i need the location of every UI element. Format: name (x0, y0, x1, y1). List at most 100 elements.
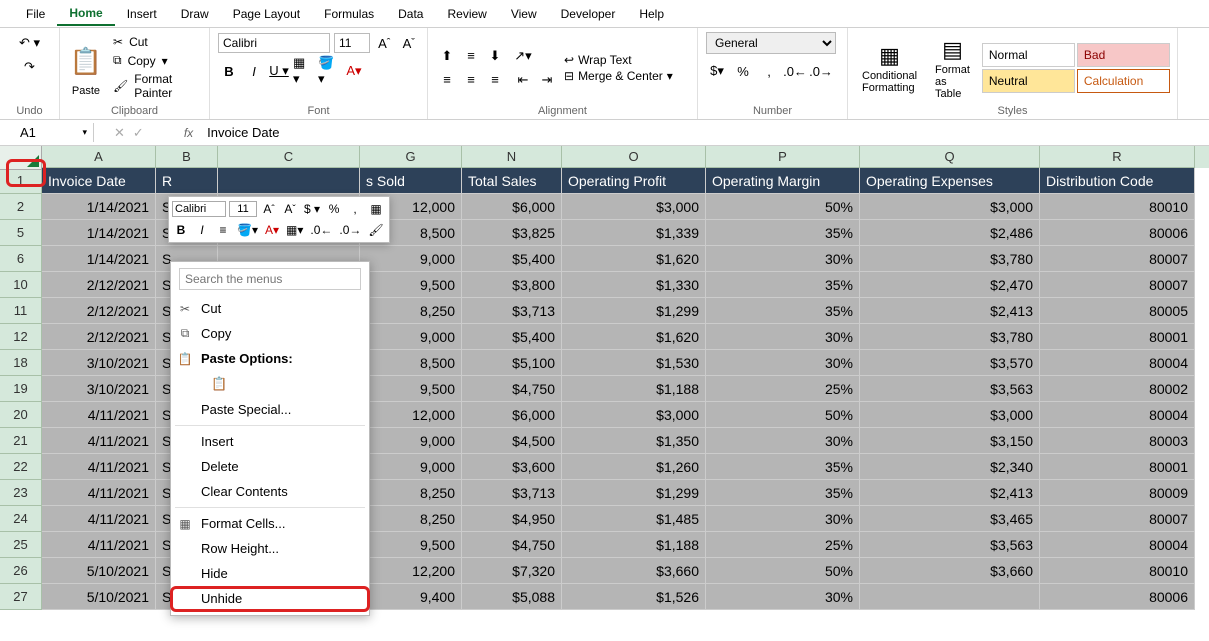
cell[interactable]: 35% (706, 454, 860, 480)
style-normal[interactable]: Normal (982, 43, 1075, 67)
grow-font-icon[interactable]: Aˆ (374, 32, 395, 54)
row-header[interactable]: 27 (0, 584, 42, 610)
cell[interactable]: 30% (706, 246, 860, 272)
row-header[interactable]: 10 (0, 272, 42, 298)
orientation-icon[interactable]: ↗▾ (512, 45, 534, 67)
italic-button[interactable]: I (243, 60, 265, 82)
cell[interactable]: 9,500 (360, 376, 462, 402)
cell[interactable]: 80005 (1040, 298, 1195, 324)
cell[interactable]: 5/10/2021 (42, 584, 156, 610)
percent-icon[interactable]: % (732, 60, 754, 82)
cell[interactable]: $5,400 (462, 246, 562, 272)
cell[interactable]: $5,088 (462, 584, 562, 610)
cell[interactable]: $1,339 (562, 220, 706, 246)
cm-insert[interactable]: Insert (171, 429, 369, 454)
row-header[interactable]: 21 (0, 428, 42, 454)
border-button[interactable]: ▦ ▾ (293, 60, 315, 82)
cell[interactable]: $1,526 (562, 584, 706, 610)
mini-bold-icon[interactable]: B (172, 221, 190, 239)
cell[interactable]: 8,250 (360, 298, 462, 324)
cm-paste-default[interactable]: 📋 (171, 371, 369, 397)
col-header-c[interactable]: C (218, 146, 360, 168)
mini-align-icon[interactable]: ≡ (214, 221, 232, 239)
menu-draw[interactable]: Draw (169, 3, 221, 25)
decrease-decimal-icon[interactable]: .0→ (810, 60, 832, 82)
header-cell[interactable]: Total Sales (462, 168, 562, 194)
align-right-icon[interactable]: ≡ (484, 69, 506, 91)
cell[interactable]: $3,660 (562, 558, 706, 584)
row-header[interactable]: 2 (0, 194, 42, 220)
cell[interactable]: $3,000 (860, 194, 1040, 220)
cell[interactable]: $1,188 (562, 376, 706, 402)
formula-input[interactable] (201, 123, 1209, 142)
accounting-icon[interactable]: $▾ (706, 60, 728, 82)
cell[interactable]: 4/11/2021 (42, 428, 156, 454)
cell[interactable]: $3,563 (860, 376, 1040, 402)
align-bottom-icon[interactable]: ⬇ (484, 45, 506, 67)
cm-paste-special[interactable]: Paste Special... (171, 397, 369, 422)
cell[interactable]: 80009 (1040, 480, 1195, 506)
cell[interactable]: 35% (706, 480, 860, 506)
cell[interactable]: $1,260 (562, 454, 706, 480)
cell[interactable]: $2,486 (860, 220, 1040, 246)
cm-delete[interactable]: Delete (171, 454, 369, 479)
menu-view[interactable]: View (499, 3, 549, 25)
cell[interactable]: 9,000 (360, 324, 462, 350)
style-calculation[interactable]: Calculation (1077, 69, 1170, 93)
cell[interactable]: $4,750 (462, 532, 562, 558)
row-header[interactable]: 1 (0, 168, 42, 194)
cell[interactable]: $4,500 (462, 428, 562, 454)
cell[interactable]: $3,000 (562, 402, 706, 428)
header-cell[interactable]: R (156, 168, 218, 194)
row-header[interactable]: 19 (0, 376, 42, 402)
cm-format-cells[interactable]: ▦Format Cells... (171, 511, 369, 536)
header-cell[interactable]: Operating Margin (706, 168, 860, 194)
cell[interactable]: $1,350 (562, 428, 706, 454)
cell[interactable]: 30% (706, 324, 860, 350)
col-header-a[interactable]: A (42, 146, 156, 168)
shrink-font-icon[interactable]: Aˇ (399, 32, 420, 54)
cell[interactable]: $1,330 (562, 272, 706, 298)
col-header-p[interactable]: P (706, 146, 860, 168)
mini-table-icon[interactable]: ▦ (367, 200, 385, 218)
row-header[interactable]: 5 (0, 220, 42, 246)
cm-clear-contents[interactable]: Clear Contents (171, 479, 369, 504)
cell[interactable]: $3,150 (860, 428, 1040, 454)
merge-center-button[interactable]: ⊟Merge & Center ▾ (564, 69, 673, 83)
cell[interactable]: 80006 (1040, 584, 1195, 610)
cell[interactable]: $2,470 (860, 272, 1040, 298)
cell[interactable]: $7,320 (462, 558, 562, 584)
header-cell[interactable]: s Sold (360, 168, 462, 194)
fx-icon[interactable]: fx (184, 126, 193, 140)
col-header-r[interactable]: R (1040, 146, 1195, 168)
cell[interactable]: 2/12/2021 (42, 324, 156, 350)
cm-row-height[interactable]: Row Height... (171, 536, 369, 561)
cell[interactable]: 8,500 (360, 350, 462, 376)
cell[interactable]: 50% (706, 194, 860, 220)
underline-button[interactable]: U ▾ (268, 60, 290, 82)
style-neutral[interactable]: Neutral (982, 69, 1075, 93)
cell[interactable]: 80002 (1040, 376, 1195, 402)
mini-fontcolor-icon[interactable]: A▾ (263, 221, 281, 239)
mini-comma-icon[interactable]: , (346, 200, 364, 218)
cell[interactable]: 80006 (1040, 220, 1195, 246)
cell[interactable]: $6,000 (462, 194, 562, 220)
cell[interactable]: 9,000 (360, 246, 462, 272)
cell[interactable]: $1,485 (562, 506, 706, 532)
mini-fill-icon[interactable]: 🪣▾ (235, 221, 260, 239)
cell[interactable]: $3,465 (860, 506, 1040, 532)
cell[interactable]: 30% (706, 506, 860, 532)
cell[interactable]: 5/10/2021 (42, 558, 156, 584)
mini-italic-icon[interactable]: I (193, 221, 211, 239)
font-color-button[interactable]: A▾ (343, 60, 365, 82)
cell[interactable]: $3,825 (462, 220, 562, 246)
menu-home[interactable]: Home (57, 2, 114, 26)
name-box[interactable]: A1▾ (14, 123, 94, 142)
menu-data[interactable]: Data (386, 3, 435, 25)
cell[interactable]: 80001 (1040, 324, 1195, 350)
context-search-input[interactable] (179, 268, 361, 290)
row-header[interactable]: 22 (0, 454, 42, 480)
cell[interactable]: $2,413 (860, 480, 1040, 506)
style-bad[interactable]: Bad (1077, 43, 1170, 67)
align-top-icon[interactable]: ⬆ (436, 45, 458, 67)
